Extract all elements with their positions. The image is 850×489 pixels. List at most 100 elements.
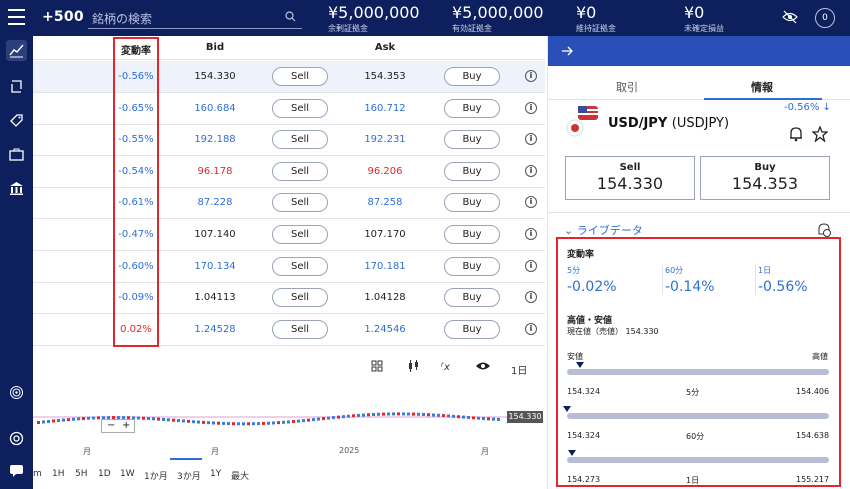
ask-value: 87.258 bbox=[367, 197, 403, 209]
candle bbox=[347, 414, 350, 418]
table-row[interactable]: -0.65% 160.684 Sell 160.712 Buy i bbox=[33, 93, 545, 125]
fingerprint-icon[interactable] bbox=[6, 382, 27, 403]
timeframe-option[interactable]: 1D bbox=[98, 469, 111, 479]
hide-balance-icon[interactable] bbox=[782, 10, 798, 24]
buy-button[interactable]: Buy bbox=[444, 161, 500, 181]
range-bar bbox=[567, 457, 829, 463]
current-price-marker bbox=[568, 450, 577, 456]
bid-column-header[interactable]: Bid bbox=[183, 42, 247, 53]
candle bbox=[52, 419, 55, 423]
buy-button[interactable]: Buy bbox=[444, 225, 500, 244]
table-header: 変動率 Bid Ask bbox=[33, 36, 545, 60]
table-row[interactable]: -0.54% 96.178 Sell 96.206 Buy i bbox=[33, 156, 545, 188]
briefcase-icon[interactable] bbox=[6, 144, 27, 165]
menu-icon[interactable] bbox=[8, 9, 25, 25]
ask-value: 1.24546 bbox=[364, 323, 406, 335]
live-data-toggle[interactable]: ⌄ ライブデータ bbox=[564, 222, 643, 238]
search-icon[interactable] bbox=[285, 11, 296, 22]
target-icon[interactable] bbox=[6, 428, 27, 449]
info-icon[interactable]: i bbox=[525, 70, 537, 82]
interval-select[interactable]: 1日 bbox=[511, 362, 527, 377]
sell-button[interactable]: Sell bbox=[272, 98, 328, 118]
chart-icon[interactable] bbox=[6, 40, 27, 61]
chat-icon[interactable] bbox=[6, 460, 27, 481]
sell-button[interactable]: Sell bbox=[272, 225, 328, 244]
bank-icon[interactable] bbox=[6, 178, 27, 199]
sell-button[interactable]: Sell bbox=[272, 288, 328, 308]
panel-header bbox=[548, 36, 850, 66]
candle bbox=[487, 417, 490, 421]
bid-value: 87.228 bbox=[197, 197, 233, 209]
candle bbox=[142, 416, 145, 420]
info-icon[interactable]: i bbox=[525, 228, 537, 240]
timeframe-option[interactable]: 1Y bbox=[210, 469, 221, 479]
zoom-in-button[interactable]: + bbox=[122, 420, 130, 432]
table-row[interactable]: 0.02% 1.24528 Sell 1.24546 Buy i bbox=[33, 314, 545, 346]
candle bbox=[382, 412, 385, 416]
table-row[interactable]: -0.56% 154.330 Sell 154.353 Buy i bbox=[33, 61, 545, 93]
tab-trade[interactable]: 取引 bbox=[616, 79, 638, 95]
table-row[interactable]: -0.60% 170.134 Sell 170.181 Buy i bbox=[33, 251, 545, 283]
buy-quote-button[interactable]: Buy 154.353 bbox=[700, 156, 830, 200]
visibility-icon[interactable] bbox=[475, 361, 491, 371]
table-row[interactable]: -0.61% 87.228 Sell 87.258 Buy i bbox=[33, 187, 545, 220]
alert-settings-icon[interactable] bbox=[816, 222, 832, 238]
info-icon[interactable]: i bbox=[525, 196, 537, 209]
timeframe-option[interactable]: 最大 bbox=[231, 469, 249, 482]
star-icon[interactable] bbox=[812, 126, 828, 142]
info-icon[interactable]: i bbox=[525, 291, 537, 304]
change-column-header[interactable]: 変動率 bbox=[113, 42, 159, 57]
tag-icon[interactable] bbox=[6, 110, 27, 131]
instrument-table: 変動率 Bid Ask -0.56% 154.330 Sell 154.353 Buy i… bbox=[33, 36, 545, 354]
sell-button[interactable]: Sell bbox=[272, 130, 328, 150]
range-bar bbox=[567, 369, 829, 375]
table-row[interactable]: -0.55% 192.188 Sell 192.231 Buy i bbox=[33, 124, 545, 157]
sell-button[interactable]: Sell bbox=[272, 161, 328, 181]
timeframe-option[interactable]: 3か月 bbox=[177, 469, 201, 482]
buy-button[interactable]: Buy bbox=[444, 130, 500, 150]
candle bbox=[62, 418, 65, 422]
info-icon[interactable]: i bbox=[525, 101, 537, 114]
candle bbox=[462, 415, 465, 419]
bell-icon[interactable] bbox=[788, 126, 804, 142]
timeframe-option[interactable]: 1W bbox=[120, 469, 135, 479]
panel-tabs: 取引 情報 bbox=[548, 70, 850, 100]
buy-button[interactable]: Buy bbox=[444, 98, 500, 118]
buy-button[interactable]: Buy bbox=[444, 256, 500, 276]
buy-button[interactable]: Buy bbox=[444, 67, 500, 86]
candle bbox=[292, 420, 295, 424]
candle bbox=[167, 418, 170, 422]
buy-button[interactable]: Buy bbox=[444, 319, 500, 339]
notification-count-badge[interactable]: 0 bbox=[815, 8, 835, 28]
zoom-out-button[interactable]: − bbox=[107, 420, 115, 432]
buy-button[interactable]: Buy bbox=[444, 193, 500, 213]
table-row[interactable]: -0.47% 107.140 Sell 107.170 Buy i bbox=[33, 219, 545, 251]
timeframe-option[interactable]: 5H bbox=[75, 469, 88, 479]
tab-info[interactable]: 情報 bbox=[751, 79, 773, 95]
timeframe-option[interactable]: m bbox=[33, 469, 42, 479]
candle bbox=[97, 416, 100, 420]
exchange-icon[interactable] bbox=[6, 76, 27, 97]
timeframe-option[interactable]: 1か月 bbox=[144, 469, 168, 482]
info-icon[interactable]: i bbox=[525, 133, 537, 146]
arrow-right-icon[interactable] bbox=[561, 45, 573, 57]
candle bbox=[467, 415, 470, 419]
bid-value: 192.188 bbox=[194, 134, 236, 146]
sell-button[interactable]: Sell bbox=[272, 256, 328, 276]
search-input[interactable]: 銘柄の検索 bbox=[88, 7, 302, 29]
info-icon[interactable]: i bbox=[525, 164, 537, 177]
table-row[interactable]: -0.09% 1.04113 Sell 1.04128 Buy i bbox=[33, 282, 545, 315]
candle bbox=[482, 417, 485, 421]
candlestick-icon[interactable] bbox=[407, 360, 423, 372]
indicator-icon[interactable]: ᶠx bbox=[441, 362, 450, 373]
buy-button[interactable]: Buy bbox=[444, 288, 500, 308]
timeframe-option[interactable]: 1H bbox=[52, 469, 65, 479]
sell-quote-button[interactable]: Sell 154.330 bbox=[565, 156, 695, 200]
ask-column-header[interactable]: Ask bbox=[353, 42, 417, 53]
info-icon[interactable]: i bbox=[525, 259, 537, 272]
layout-grid-icon[interactable] bbox=[371, 360, 387, 372]
sell-button[interactable]: Sell bbox=[272, 193, 328, 213]
sell-button[interactable]: Sell bbox=[272, 319, 328, 339]
sell-button[interactable]: Sell bbox=[272, 67, 328, 86]
info-icon[interactable]: i bbox=[525, 322, 537, 335]
